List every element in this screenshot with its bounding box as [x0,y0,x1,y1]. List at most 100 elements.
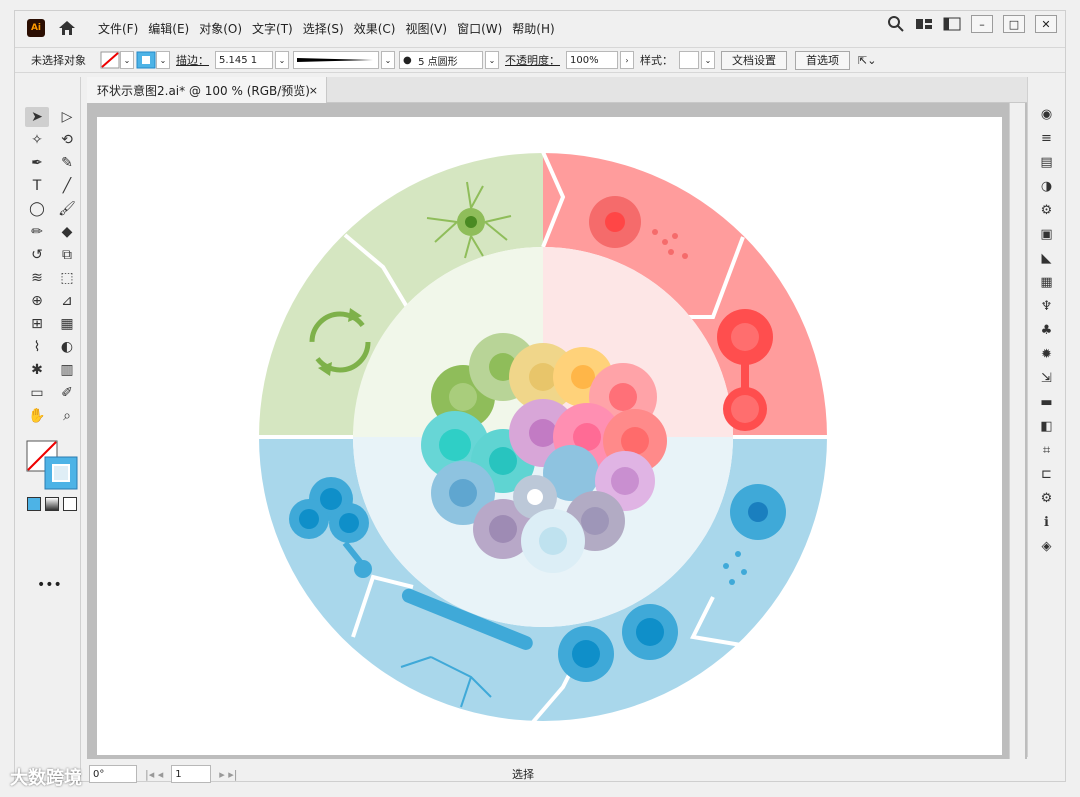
fill-swatch[interactable] [100,51,120,69]
color-icon[interactable]: ◉ [1038,105,1056,123]
hand-tool-icon[interactable]: ✋ [25,406,49,426]
stroke-weight-input[interactable]: 5.145 1 [215,51,273,69]
menu-type[interactable]: 文字(T) [247,20,298,37]
minimize-button[interactable]: – [971,15,993,33]
symbols-icon[interactable]: ♣ [1038,321,1056,339]
maximize-button[interactable]: □ [1003,15,1025,33]
close-window-button[interactable]: ✕ [1035,15,1057,33]
first-page-icon[interactable]: |◂ ◂ [145,768,163,781]
stroke-weight-dropdown[interactable]: ⌄ [275,51,289,69]
preferences-button[interactable]: 首选项 [795,50,850,70]
sun-icon[interactable]: ✹ [1038,345,1056,363]
ellipse-tool-icon[interactable]: ◯ [25,199,49,219]
menu-select[interactable]: 选择(S) [298,20,349,37]
arrange-documents-icon[interactable] [943,17,961,31]
selection-tool-icon[interactable]: ➤ [25,107,49,127]
rotate-tool-icon[interactable]: ↺ [25,245,49,265]
direct-selection-tool-icon[interactable]: ▷ [55,107,79,127]
opacity-input[interactable]: 100% [566,51,618,69]
free-transform-tool-icon[interactable]: ⬚ [55,268,79,288]
artboard[interactable] [97,117,1002,755]
artboard-tool-icon[interactable]: ▭ [25,383,49,403]
pencil-tool-icon[interactable]: ✏ [25,222,49,242]
gradient-icon[interactable]: ▤ [1038,153,1056,171]
fill-dropdown[interactable]: ⌄ [120,51,134,69]
document-tab[interactable]: 环状示意图2.ai* @ 100 % (RGB/预览) × [87,77,327,103]
eraser-tool-icon[interactable]: ◆ [55,222,79,242]
lasso-tool-icon[interactable]: ⟲ [55,130,79,150]
opacity-label[interactable]: 不透明度： [505,52,560,68]
arrange-icon[interactable]: ⇱⌄ [858,54,876,67]
line-tool-icon[interactable]: ╱ [55,176,79,196]
menu-edit[interactable]: 编辑(E) [143,20,194,37]
slice-tool-icon[interactable]: ✐ [55,383,79,403]
shape-builder-tool-icon[interactable]: ⊕ [25,291,49,311]
menu-effect[interactable]: 效果(C) [349,20,401,37]
page-number-input[interactable]: 1 [171,765,212,783]
opacity-dropdown[interactable]: › [620,51,634,69]
more-tools-icon[interactable]: ••• [37,577,62,593]
pathfinder-icon[interactable]: ◧ [1038,417,1056,435]
stroke-icon[interactable]: ≡ [1038,129,1056,147]
variable-width-profile[interactable] [293,51,379,69]
eyedropper-tool-icon[interactable]: ⌇ [25,337,49,357]
gradient-button[interactable] [45,497,59,511]
document-setup-button[interactable]: 文档设置 [721,50,787,70]
tools-panel: ➤ ▷ ✧ ⟲ ✒ ✎ T ╱ ◯ 🖌 ✏ ◆ ↺ ⧉ ≋ ⬚ ⊕ ⊿ ⊞ ▦ ⌇ ◐ ✱ ▥ ▭ ✐ ✋ ⌕ ••• [19,77,81,777]
menu-file[interactable]: 文件(F) [93,20,143,37]
scale-tool-icon[interactable]: ⧉ [55,245,79,265]
brush-dropdown[interactable]: ⌄ [485,51,499,69]
swatches-icon[interactable]: ▦ [1038,273,1056,291]
stroke-swatch[interactable] [136,51,156,69]
zoom-tool-icon[interactable]: ⌕ [55,406,79,426]
color-mode-buttons [27,497,77,511]
stroke-label[interactable]: 描边： [176,52,209,68]
rotation-angle-input[interactable]: 0° [89,765,137,783]
menu-object[interactable]: 对象(O) [194,20,247,37]
fill-stroke-swatches[interactable] [25,439,79,491]
vertical-scrollbar[interactable] [1009,103,1025,759]
style-dropdown[interactable]: ⌄ [701,51,715,69]
profile-dropdown[interactable]: ⌄ [381,51,395,69]
brushes-icon[interactable]: ♆ [1038,297,1056,315]
menu-help[interactable]: 帮助(H) [507,20,559,37]
comment-icon[interactable]: ▬ [1038,393,1056,411]
workspace-icon[interactable] [915,17,933,31]
magic-wand-tool-icon[interactable]: ✧ [25,130,49,150]
perspective-tool-icon[interactable]: ⊿ [55,291,79,311]
warp-tool-icon[interactable]: ≋ [25,268,49,288]
info-icon[interactable]: ℹ [1038,513,1056,531]
close-tab-icon[interactable]: × [309,84,318,97]
ring-diagram[interactable] [97,117,1002,755]
none-button[interactable] [63,497,77,511]
type-tool-icon[interactable]: T [25,176,49,196]
home-icon[interactable] [57,19,77,37]
menu-window[interactable]: 窗口(W) [452,20,507,37]
blend-tool-icon[interactable]: ◐ [55,337,79,357]
library-icon[interactable]: ▣ [1038,225,1056,243]
style-swatch[interactable] [679,51,699,69]
last-page-icon[interactable]: ▸ ▸| [219,768,237,781]
canvas-area[interactable] [87,103,1027,759]
watermark: 大数跨境 [10,768,82,789]
pen-tool-icon[interactable]: ✒ [25,153,49,173]
settings-icon[interactable]: ⚙ [1038,489,1056,507]
graph-tool-icon[interactable]: ▥ [55,360,79,380]
paintbrush-tool-icon[interactable]: 🖌 [55,199,79,219]
stroke-dropdown[interactable]: ⌄ [156,51,170,69]
export-icon[interactable]: ⇲ [1038,369,1056,387]
mesh-tool-icon[interactable]: ⊞ [25,314,49,334]
properties-icon[interactable]: ⚙ [1038,201,1056,219]
transform-icon[interactable]: ⌗ [1038,441,1056,459]
symbol-sprayer-tool-icon[interactable]: ✱ [25,360,49,380]
appearance-icon[interactable]: ◣ [1038,249,1056,267]
layers-icon[interactable]: ◈ [1038,537,1056,555]
brush-definition[interactable]: ● 5 点圆形 [399,51,483,69]
gradient-tool-icon[interactable]: ▦ [55,314,79,334]
color-button[interactable] [27,497,41,511]
search-icon[interactable] [887,15,905,33]
curvature-tool-icon[interactable]: ✎ [55,153,79,173]
align-icon[interactable]: ⊏ [1038,465,1056,483]
transparency-icon[interactable]: ◑ [1038,177,1056,195]
menu-view[interactable]: 视图(V) [400,20,452,37]
